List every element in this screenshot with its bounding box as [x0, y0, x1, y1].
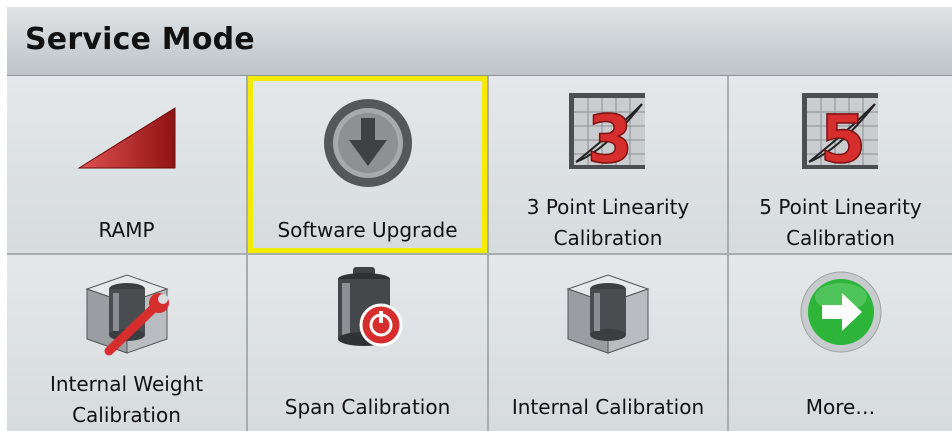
internal-weight-calibration-tile[interactable]: Internal Weight Calibration: [7, 255, 246, 431]
span-calibration-label: Span Calibration: [284, 395, 451, 419]
internal-weight-calibration-label-line2: Calibration: [72, 403, 181, 427]
internal-calibration-tile[interactable]: Internal Calibration: [489, 255, 727, 431]
internal-weight-calibration-label-line1: Internal Weight: [49, 372, 204, 396]
weight-wrench-icon: [84, 274, 169, 356]
5-point-linearity-label-line1: 5 Point Linearity: [759, 195, 922, 219]
linearity-3-number: 3: [587, 101, 633, 174]
3-point-linearity-label-line1: 3 Point Linearity: [526, 195, 690, 219]
3-point-linearity-tile[interactable]: 3 3 Point Linearity Calibration: [489, 76, 727, 253]
page-title: Service Mode: [25, 22, 255, 57]
ramp-icon: [76, 107, 175, 169]
software-upgrade-label: Software Upgrade: [277, 218, 458, 242]
service-mode-screen: Service Mode RAMP Software Upgrade 3 3 P…: [7, 7, 952, 431]
5-point-linearity-label-line2: Calibration: [786, 226, 895, 250]
ramp-tile[interactable]: RAMP: [7, 76, 246, 253]
ramp-label: RAMP: [98, 218, 155, 242]
3-point-linearity-label-line2: Calibration: [553, 226, 663, 250]
linearity-5-icon: 5: [801, 93, 878, 174]
span-calibration-tile[interactable]: Span Calibration: [248, 255, 487, 431]
service-menu-grid: RAMP Software Upgrade 3 3 Point Linearit…: [7, 76, 952, 431]
linearity-5-number: 5: [820, 101, 866, 174]
more-tile[interactable]: More…: [729, 255, 952, 431]
header-bar: Service Mode: [7, 7, 952, 76]
more-label: More…: [805, 395, 876, 419]
download-arrow-icon: [323, 99, 412, 187]
right-arrow-icon: [800, 271, 881, 353]
linearity-3-icon: 3: [569, 93, 645, 174]
5-point-linearity-tile[interactable]: 5 5 Point Linearity Calibration: [729, 76, 952, 253]
software-upgrade-tile[interactable]: Software Upgrade: [248, 76, 487, 253]
internal-weight-icon: [566, 274, 650, 354]
weight-power-icon: [337, 267, 402, 347]
internal-calibration-label: Internal Calibration: [511, 395, 705, 419]
